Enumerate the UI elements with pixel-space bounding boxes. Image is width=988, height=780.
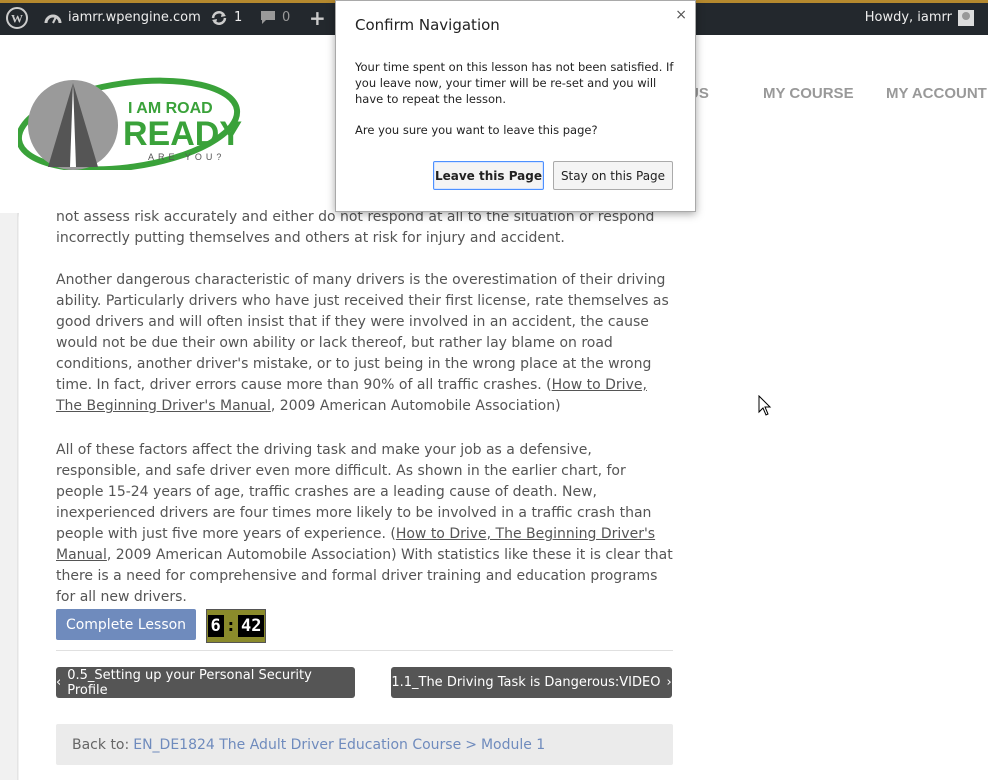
chevron-left-icon: ‹ — [56, 675, 62, 690]
mouse-cursor-icon — [758, 395, 772, 416]
lesson-paragraph: not assess risk accurately and either do… — [56, 209, 655, 246]
previous-lesson-label: 0.5_Setting up your Personal Security Pr… — [67, 667, 312, 698]
avatar — [958, 9, 974, 26]
left-gutter — [0, 213, 18, 780]
breadcrumb-module-link[interactable]: Module 1 — [481, 737, 545, 753]
svg-text:W: W — [11, 11, 23, 25]
wordpress-logo-icon[interactable]: W — [6, 0, 30, 35]
svg-text:ARE YOU?: ARE YOU? — [148, 152, 225, 162]
refresh-icon — [211, 10, 227, 25]
dialog-message: Your time spent on this lesson has not b… — [355, 60, 674, 106]
dialog-title: Confirm Navigation — [355, 16, 500, 34]
stay-on-page-button[interactable]: Stay on this Page — [553, 161, 673, 190]
comments-item[interactable]: 0 — [260, 0, 290, 35]
nav-item-my-course[interactable]: MY COURSE — [763, 85, 854, 102]
lesson-paragraph: All of these factors affect the driving … — [56, 442, 673, 605]
comment-icon — [261, 11, 275, 24]
new-content-item[interactable]: + — [309, 0, 326, 35]
leave-page-button[interactable]: Leave this Page — [433, 161, 544, 190]
lesson-paragraph: Another dangerous characteristic of many… — [56, 272, 669, 414]
previous-lesson-button[interactable]: ‹ 0.5_Setting up your Personal Security … — [56, 667, 355, 698]
svg-text:READY: READY — [123, 115, 242, 153]
divider — [56, 650, 673, 651]
chevron-right-icon: › — [666, 675, 672, 690]
account-menu[interactable]: Howdy, iamrr — [865, 0, 974, 35]
timer-minutes: 6 — [207, 615, 224, 637]
breadcrumb-course-link[interactable]: EN_DE1824 The Adult Driver Education Cou… — [133, 737, 461, 753]
breadcrumb-label: Back to: — [72, 736, 130, 753]
howdy-text: Howdy, iamrr — [864, 10, 952, 25]
timer-separator: : — [225, 616, 236, 636]
breadcrumb-separator: > — [465, 736, 477, 753]
next-lesson-label: 1.1_The Driving Task is Dangerous:VIDEO — [391, 675, 661, 690]
updates-item[interactable]: 1 — [210, 0, 242, 35]
lesson-timer: 6 : 42 — [206, 609, 266, 643]
plus-icon: + — [309, 5, 326, 30]
dialog-question: Are you sure you want to leave this page… — [355, 123, 598, 137]
updates-count: 1 — [234, 10, 243, 25]
site-link[interactable]: iamrr.wpengine.com — [44, 0, 201, 35]
close-icon[interactable]: × — [675, 7, 687, 23]
next-lesson-button[interactable]: 1.1_The Driving Task is Dangerous:VIDEO … — [391, 667, 672, 698]
confirm-navigation-dialog: Confirm Navigation × Your time spent on … — [335, 0, 696, 212]
breadcrumb: Back to: EN_DE1824 The Adult Driver Educ… — [56, 724, 673, 765]
timer-seconds: 42 — [238, 615, 265, 637]
site-name: iamrr.wpengine.com — [68, 10, 201, 25]
complete-lesson-button[interactable]: Complete Lesson — [56, 609, 196, 640]
comments-count: 0 — [282, 10, 291, 25]
dashboard-icon — [44, 14, 62, 23]
nav-item-my-account[interactable]: MY ACCOUNT — [886, 85, 987, 102]
site-logo[interactable]: I AM ROAD READY ARE YOU? — [18, 75, 248, 170]
